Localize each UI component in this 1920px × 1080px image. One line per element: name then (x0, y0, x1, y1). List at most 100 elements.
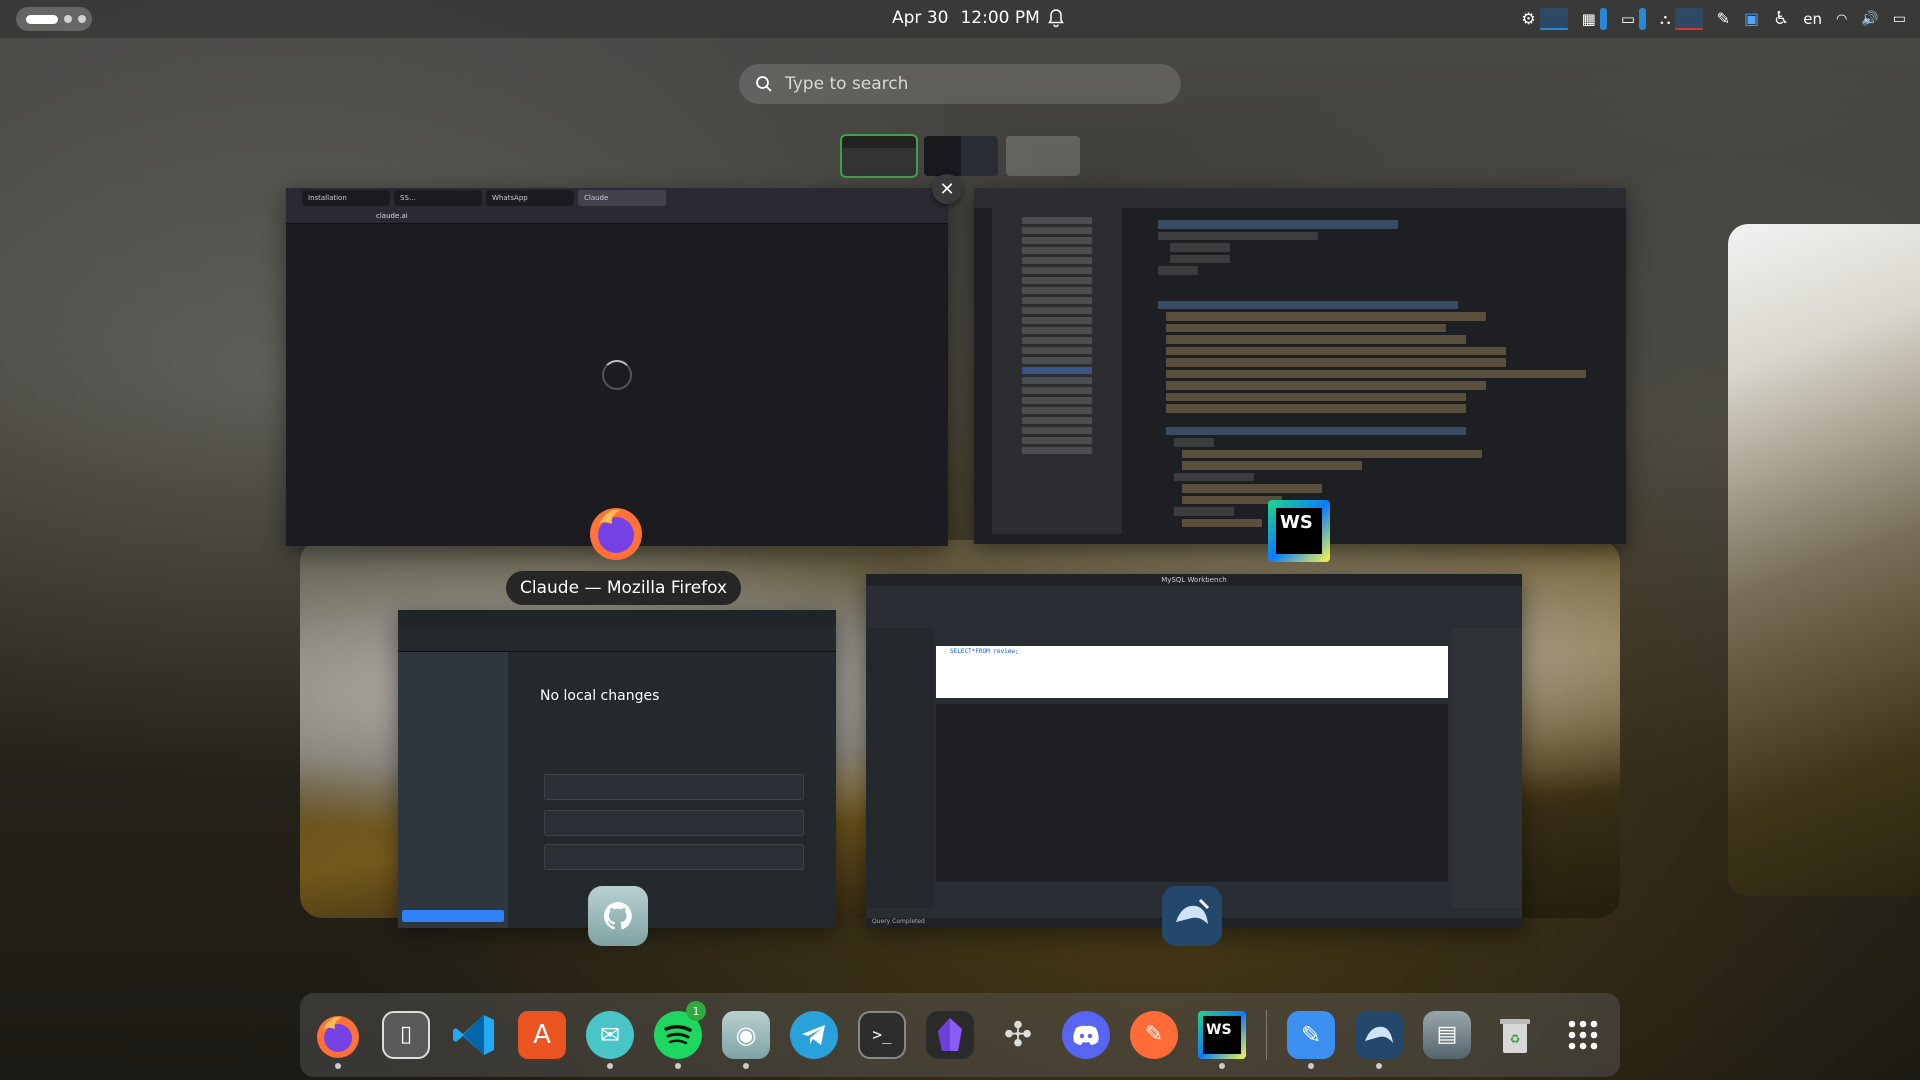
dock-item-postman[interactable]: ✎ (1130, 1011, 1178, 1059)
terminal-icon: >_ (872, 1025, 892, 1044)
network-graph (1674, 8, 1703, 30)
workspace-thumbnail-1[interactable] (840, 134, 918, 178)
close-window-button[interactable]: ✕ (932, 174, 962, 204)
github-desktop-window[interactable]: No local changes (398, 610, 836, 928)
clock[interactable]: Apr 30 12:00 PM (892, 8, 1052, 28)
dock-item-webstorm[interactable]: WS (1198, 1011, 1246, 1069)
changes-sidebar (398, 652, 508, 928)
next-workspace-preview[interactable] (1728, 224, 1920, 896)
browser-tab[interactable]: Claude (578, 190, 666, 206)
pen-indicator[interactable]: ✎ (1717, 11, 1730, 27)
webstorm-window[interactable] (974, 188, 1626, 544)
running-indicator (1219, 1063, 1225, 1069)
dock-item-vscode[interactable] (450, 1011, 498, 1059)
accessibility-menu[interactable]: ♿ (1773, 10, 1789, 28)
disk-icon: ▭ (1620, 9, 1636, 28)
show-files-card[interactable] (544, 810, 804, 836)
github-desktop-icon (588, 886, 648, 946)
dock-item-disks[interactable]: ▤ (1423, 1011, 1471, 1059)
dock-item-files[interactable]: ▯ (382, 1011, 430, 1059)
workspace-thumbnail-2[interactable] (924, 136, 998, 176)
search-input[interactable] (785, 74, 1145, 94)
dock: ▯ A ✉ 1 ◉ >_ ✣ ✎ WS ✎ ▤ ♻ (300, 993, 1620, 1077)
open-editor-card[interactable] (544, 774, 804, 800)
dock-item-obsidian[interactable] (926, 1011, 974, 1059)
workspace-thumbnail-3[interactable] (1006, 136, 1080, 176)
dock-item-firefox[interactable] (314, 1011, 362, 1069)
network-monitor[interactable]: ⛬ (1660, 8, 1703, 30)
query-editor: SELECT*FROM review; (936, 646, 1448, 698)
pen-icon: ✎ (1716, 9, 1730, 28)
top-bar: Apr 30 12:00 PM ⚙ ▦ ▭ ⛬ ✎ ▣ ♿ en ◠ 🔊 ▭ (0, 0, 1920, 38)
dock-item-discord[interactable] (1062, 1011, 1110, 1059)
cpu-monitor[interactable]: ⚙ (1521, 8, 1568, 30)
context-help-panel (1452, 628, 1522, 908)
mail-icon: ✉ (599, 1021, 621, 1049)
address-bar[interactable]: claude.ai (286, 208, 948, 224)
dock-item-mysql-workbench[interactable] (1355, 1011, 1403, 1069)
ide-toolbar (974, 188, 1626, 208)
disks-icon: ▤ (1436, 1022, 1458, 1047)
dock-item-blender[interactable]: ✣ (994, 1011, 1042, 1059)
browser-tab[interactable]: WhatsApp (486, 190, 574, 206)
wifi-icon: ◠ (1835, 11, 1848, 27)
search-icon (756, 76, 772, 92)
input-language[interactable]: en (1803, 10, 1822, 28)
dock-item-show-apps[interactable] (1559, 1011, 1607, 1059)
text-editor-icon: ✎ (1300, 1021, 1322, 1049)
github-icon: ◉ (735, 1021, 757, 1049)
dock-item-trash[interactable]: ♻ (1491, 1011, 1539, 1059)
url-text: claude.ai (376, 211, 408, 220)
dock-item-spotify[interactable]: 1 (654, 1001, 706, 1069)
loading-spinner-icon (602, 360, 632, 390)
time-label: 12:00 PM (960, 8, 1040, 28)
webstorm-icon: WS (1268, 500, 1330, 562)
running-indicator (1376, 1063, 1382, 1069)
running-indicator (675, 1063, 681, 1069)
active-workspace-indicator (26, 14, 58, 24)
menu-bar (398, 610, 836, 626)
view-on-github-card[interactable] (544, 844, 804, 870)
postman-icon: ✎ (1144, 1022, 1164, 1047)
no-changes-title: No local changes (540, 688, 660, 704)
blender-icon: ✣ (1003, 1015, 1033, 1055)
activities-button[interactable] (16, 7, 92, 31)
query-text: SELECT*FROM review; (950, 648, 1019, 655)
screen-indicator[interactable]: ▣ (1744, 11, 1759, 27)
spotify-icon (664, 1025, 692, 1045)
results-panel (936, 704, 1448, 882)
wifi-indicator[interactable]: ◠ (1836, 13, 1847, 26)
volume-indicator[interactable]: 🔊 (1861, 12, 1878, 26)
dock-item-terminal[interactable]: >_ (858, 1011, 906, 1059)
memory-icon: ▦ (1581, 9, 1596, 28)
dock-item-github-desktop[interactable]: ◉ (722, 1011, 770, 1069)
dock-item-text-editor[interactable]: ✎ (1287, 1011, 1335, 1069)
telegram-icon (802, 1025, 825, 1045)
window-title: MySQL Workbench (866, 574, 1522, 586)
firefox-window[interactable]: Installation SS... WhatsApp Claude claud… (286, 188, 948, 546)
app-grid-icon (1568, 1020, 1598, 1050)
browser-tab[interactable]: SS... (394, 190, 482, 206)
battery-indicator[interactable]: ▭ (1893, 12, 1906, 26)
overview-search[interactable] (739, 64, 1181, 104)
memory-bar (1599, 8, 1607, 30)
obsidian-icon (938, 1018, 962, 1051)
dock-item-telegram[interactable] (790, 1011, 838, 1059)
system-tray: ⚙ ▦ ▭ ⛬ ✎ ▣ ♿ en ◠ 🔊 ▭ (1521, 6, 1906, 32)
disk-monitor[interactable]: ▭ (1620, 8, 1647, 30)
running-indicator (1308, 1063, 1314, 1069)
code-editor (1124, 208, 1608, 534)
notification-bell-icon[interactable] (1048, 9, 1064, 27)
dock-item-mail[interactable]: ✉ (586, 1011, 634, 1069)
volume-icon: 🔊 (1861, 11, 1879, 27)
discord-icon (1073, 1025, 1099, 1045)
mysql-workbench-icon (1162, 886, 1222, 946)
dock-item-app-center[interactable]: A (518, 1011, 566, 1059)
mysql-workbench-window[interactable]: MySQL Workbench SELECT*FROM review; Quer… (866, 574, 1522, 928)
memory-monitor[interactable]: ▦ (1582, 8, 1607, 30)
svg-text:♻: ♻ (1510, 1032, 1521, 1046)
browser-tab[interactable]: Installation (302, 190, 390, 206)
firefox-icon (317, 1016, 359, 1058)
commit-button[interactable] (402, 910, 504, 922)
notification-badge: 1 (686, 1001, 706, 1021)
